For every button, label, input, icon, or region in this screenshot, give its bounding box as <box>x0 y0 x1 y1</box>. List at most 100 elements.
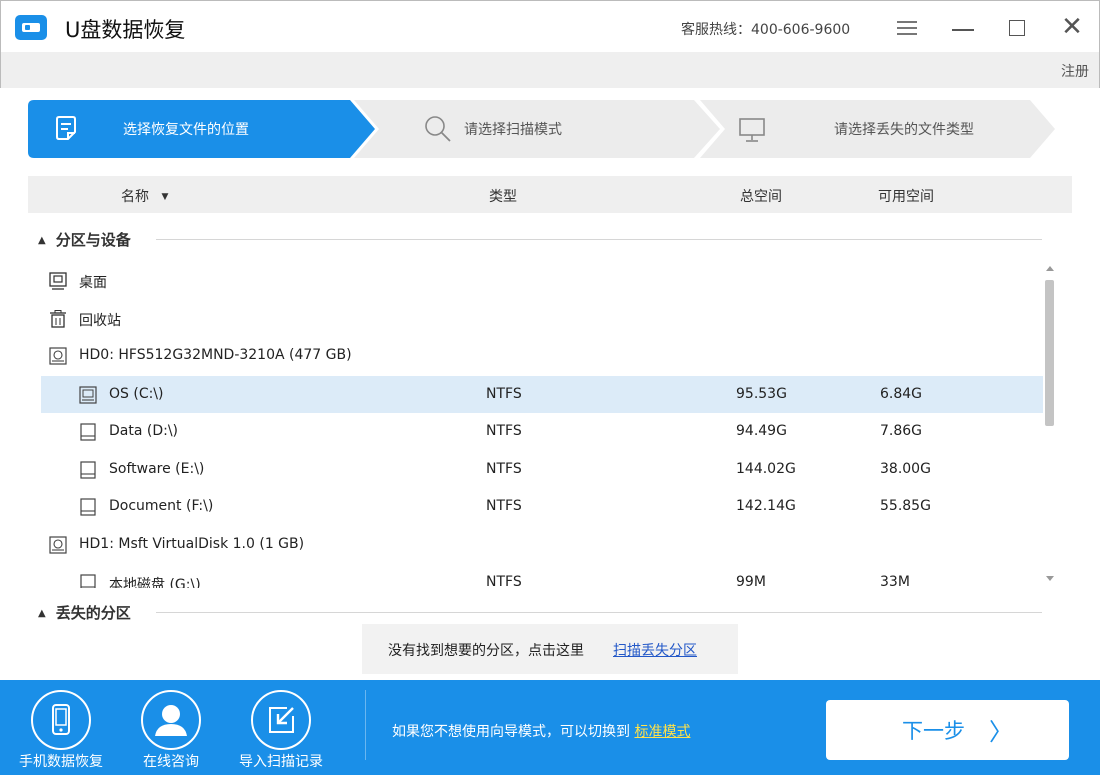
phone-recovery-button[interactable]: 手机数据恢复 <box>16 690 106 772</box>
close-icon[interactable]: ✕ <box>1058 13 1086 41</box>
item-name: 回收站 <box>79 313 121 329</box>
item-total: 144.02G <box>736 461 796 477</box>
item-free: 6.84G <box>880 386 923 402</box>
scan-lost-partition-link[interactable]: 扫描丢失分区 <box>613 640 697 660</box>
step-file-type[interactable]: 请选择丢失的文件类型 <box>700 100 1060 158</box>
item-free: 55.85G <box>880 498 931 514</box>
drive-icon <box>80 461 96 479</box>
list-item[interactable]: Document (F:\) NTFS 142.14G 55.85G <box>41 488 1043 525</box>
step-scan-mode[interactable]: 请选择扫描模式 <box>354 100 724 158</box>
item-name: Document (F:\) <box>109 498 214 514</box>
menu-icon[interactable] <box>893 13 921 41</box>
column-header-total[interactable]: 总空间 <box>740 186 782 206</box>
list-item[interactable]: 回收站 <box>41 300 1043 337</box>
next-step-button[interactable]: 下一步 〉 <box>826 700 1069 760</box>
section-title: 分区与设备 <box>55 231 131 249</box>
desktop-icon <box>49 272 67 290</box>
footer-button-label: 手机数据恢复 <box>19 754 103 770</box>
column-header-type[interactable]: 类型 <box>489 186 517 206</box>
user-icon <box>141 690 201 750</box>
drive-icon <box>80 498 96 516</box>
step-label: 请选择丢失的文件类型 <box>834 122 974 138</box>
footer-button-label: 导入扫描记录 <box>239 754 323 770</box>
table-header: 名称 ▼ 类型 总空间 可用空间 <box>28 176 1072 213</box>
minimize-icon[interactable] <box>949 13 977 41</box>
sort-down-icon: ▼ <box>161 192 169 202</box>
maximize-icon[interactable] <box>1003 13 1031 41</box>
hard-disk-icon <box>49 347 67 365</box>
section-lost-partitions[interactable]: ▲ 丢失的分区 <box>38 602 131 623</box>
list-item[interactable]: HD1: Msft VirtualDisk 1.0 (1 GB) <box>41 526 1043 563</box>
monitor-icon <box>739 118 765 142</box>
import-scan-record-button[interactable]: 导入扫描记录 <box>236 690 326 772</box>
list-item[interactable]: Software (E:\) NTFS 144.02G 38.00G <box>41 451 1043 488</box>
register-bar: 注册 <box>0 52 1100 88</box>
collapse-triangle-icon: ▲ <box>38 235 46 246</box>
item-type: NTFS <box>486 461 522 477</box>
scrollbar-thumb[interactable] <box>1045 280 1054 426</box>
app-title: U盘数据恢复 <box>65 18 186 42</box>
item-name: OS (C:\) <box>109 386 164 402</box>
scroll-up-arrow[interactable] <box>1046 266 1054 271</box>
hard-disk-icon <box>49 536 67 554</box>
drive-icon <box>80 423 96 441</box>
item-total: 142.14G <box>736 498 796 514</box>
chevron-right-icon: 〉 <box>989 718 1013 746</box>
step-select-location[interactable]: 选择恢复文件的位置 <box>28 100 378 158</box>
footer-button-label: 在线咨询 <box>143 754 199 770</box>
item-free: 7.86G <box>880 423 923 439</box>
list-item[interactable]: 本地磁盘 (G:\) NTFS 99M 33M <box>41 564 1043 588</box>
section-partitions[interactable]: ▲ 分区与设备 <box>38 229 131 250</box>
column-header-name[interactable]: 名称 ▼ <box>121 186 168 206</box>
lost-partition-hint: 没有找到想要的分区，点击这里 扫描丢失分区 <box>362 624 738 674</box>
item-name: HD0: HFS512G32MND-3210A (477 GB) <box>79 347 352 363</box>
step-label: 请选择扫描模式 <box>464 122 562 138</box>
recycle-bin-icon <box>50 310 66 328</box>
document-icon <box>56 116 76 140</box>
drive-icon <box>80 574 96 588</box>
item-total: 94.49G <box>736 423 787 439</box>
next-step-label: 下一步 <box>902 719 965 743</box>
switch-text: 如果您不想使用向导模式，可以切换到 <box>392 724 630 740</box>
online-consult-button[interactable]: 在线咨询 <box>126 690 216 772</box>
list-item[interactable]: HD0: HFS512G32MND-3210A (477 GB) <box>41 337 1043 374</box>
title-bar: U盘数据恢复 客服热线：400-606-9600 ✕ <box>0 0 1100 52</box>
item-name: 本地磁盘 (G:\) <box>109 577 201 588</box>
wizard-steps: 选择恢复文件的位置 请选择扫描模式 请选择丢失的文件类型 <box>28 100 1058 158</box>
hint-text: 没有找到想要的分区，点击这里 <box>388 643 584 659</box>
collapse-triangle-icon: ▲ <box>38 608 46 619</box>
scroll-down-arrow[interactable] <box>1046 576 1054 581</box>
register-link[interactable]: 注册 <box>1061 61 1089 81</box>
section-title: 丢失的分区 <box>55 604 131 622</box>
os-drive-icon <box>79 386 97 404</box>
standard-mode-link[interactable]: 标准模式 <box>634 724 690 740</box>
section-divider <box>156 612 1042 613</box>
item-type: NTFS <box>486 386 522 402</box>
item-type: NTFS <box>486 423 522 439</box>
list-item[interactable]: Data (D:\) NTFS 94.49G 7.86G <box>41 413 1043 450</box>
item-total: 99M <box>736 574 766 588</box>
list-item[interactable]: OS (C:\) NTFS 95.53G 6.84G <box>41 376 1043 413</box>
list-item[interactable]: 桌面 <box>41 262 1043 299</box>
step-label: 选择恢复文件的位置 <box>123 122 249 138</box>
mode-switch-text: 如果您不想使用向导模式，可以切换到 标准模式 <box>392 721 690 741</box>
search-icon <box>425 116 451 142</box>
section-divider <box>156 239 1042 240</box>
item-total: 95.53G <box>736 386 787 402</box>
phone-icon <box>31 690 91 750</box>
item-name: Software (E:\) <box>109 461 205 477</box>
hotline-text: 客服热线：400-606-9600 <box>681 22 851 38</box>
item-name: Data (D:\) <box>109 423 179 439</box>
item-name: HD1: Msft VirtualDisk 1.0 (1 GB) <box>79 536 305 552</box>
app-logo-icon <box>15 15 47 40</box>
item-type: NTFS <box>486 574 522 588</box>
item-free: 38.00G <box>880 461 931 477</box>
column-header-free[interactable]: 可用空间 <box>878 186 934 206</box>
item-name: 桌面 <box>79 275 107 291</box>
device-list: 桌面 回收站 HD0: HFS512G32MND-3210A (477 GB) … <box>28 262 1058 588</box>
item-type: NTFS <box>486 498 522 514</box>
footer-divider <box>365 690 366 760</box>
item-free: 33M <box>880 574 910 588</box>
import-icon <box>251 690 311 750</box>
footer-bar: 手机数据恢复 在线咨询 导入扫描记录 如果您不想使用向导模式，可以切换到 标准模… <box>0 680 1100 775</box>
